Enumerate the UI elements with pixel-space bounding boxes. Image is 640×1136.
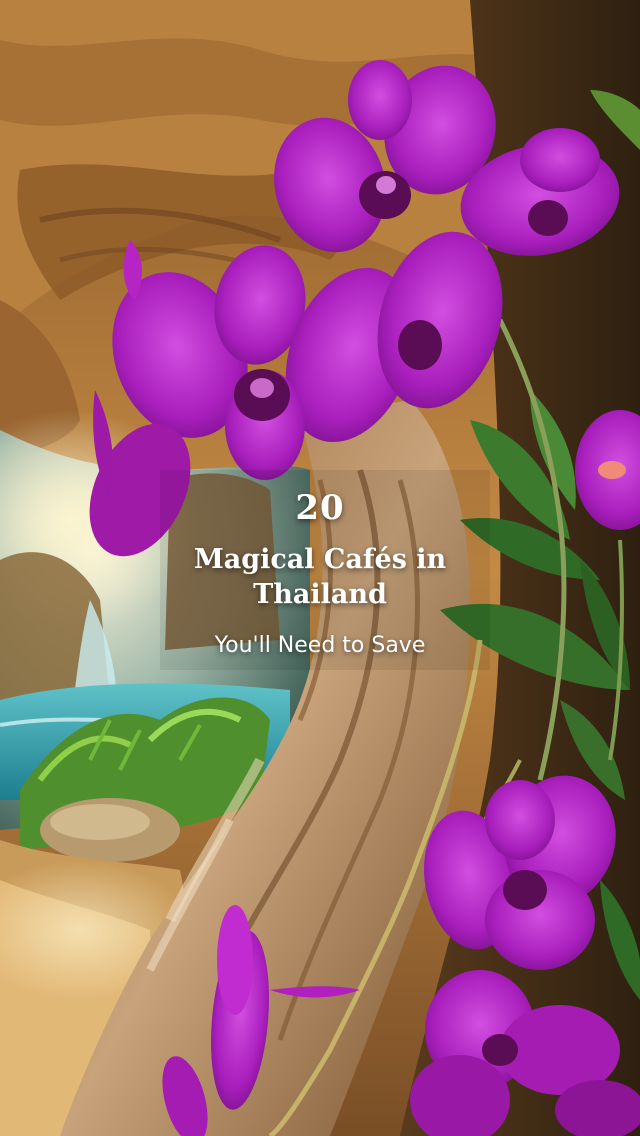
background-photo: [0, 0, 640, 1136]
